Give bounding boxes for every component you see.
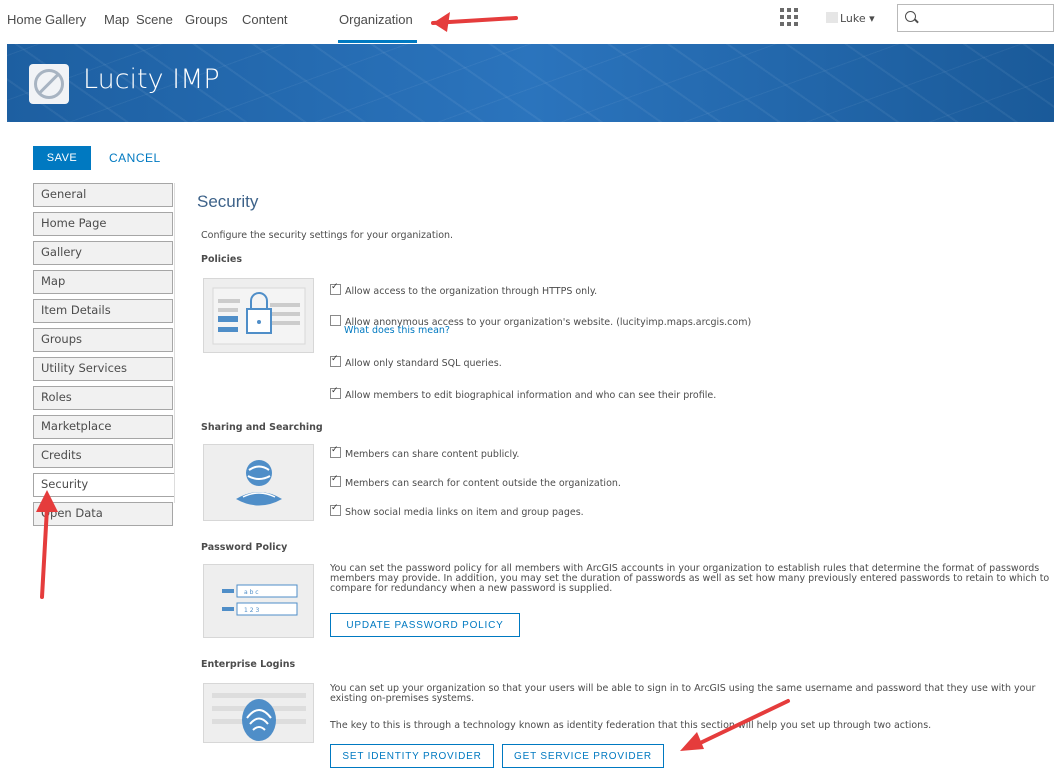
cancel-button[interactable]: CANCEL — [109, 146, 161, 170]
enterprise-logins-title: Enterprise Logins — [201, 659, 296, 670]
sidebar-divider — [174, 183, 175, 503]
nav-map-link[interactable]: Map — [104, 12, 129, 27]
chevron-down-icon: ▾ — [869, 12, 875, 25]
search-outside-label: Members can search for content outside t… — [345, 478, 621, 489]
svg-text:a b c: a b c — [244, 589, 259, 596]
update-password-policy-button[interactable]: UPDATE PASSWORD POLICY — [330, 613, 520, 637]
sharing-title: Sharing and Searching — [201, 422, 323, 433]
nav-scene-link[interactable]: Scene — [136, 12, 173, 27]
lock-illustration-icon — [203, 278, 314, 353]
password-illustration-icon: a b c 1 2 3 — [203, 564, 314, 638]
save-button[interactable]: SAVE — [33, 146, 91, 170]
search-icon — [905, 11, 916, 22]
biographical-checkbox[interactable] — [330, 386, 341, 399]
sidebar-item-gallery[interactable]: Gallery — [33, 241, 173, 265]
social-media-checkbox[interactable] — [330, 503, 341, 516]
https-only-setting[interactable]: Allow access to the organization through… — [330, 282, 598, 297]
search-outside-checkbox[interactable] — [330, 474, 341, 487]
sidebar-item-utility-services[interactable]: Utility Services — [33, 357, 173, 381]
page-title: Security — [197, 192, 259, 211]
standard-sql-checkbox[interactable] — [330, 354, 341, 367]
set-identity-provider-button[interactable]: SET IDENTITY PROVIDER — [330, 744, 494, 768]
https-only-label: Allow access to the organization through… — [345, 286, 598, 297]
anonymous-access-checkbox[interactable] — [330, 315, 341, 326]
fingerprint-illustration-icon — [203, 683, 314, 743]
sidebar-item-item-details[interactable]: Item Details — [33, 299, 173, 323]
app-launcher-icon[interactable] — [780, 8, 798, 26]
password-policy-title: Password Policy — [201, 542, 288, 553]
https-only-checkbox[interactable] — [330, 282, 341, 295]
share-publicly-checkbox[interactable] — [330, 445, 341, 458]
sidebar-item-roles[interactable]: Roles — [33, 386, 173, 410]
social-media-setting[interactable]: Show social media links on item and grou… — [330, 503, 584, 518]
active-nav-indicator — [338, 40, 417, 43]
organization-banner: Lucity IMP — [7, 44, 1054, 122]
nav-content-link[interactable]: Content — [242, 12, 288, 27]
standard-sql-setting[interactable]: Allow only standard SQL queries. — [330, 354, 502, 369]
biographical-setting[interactable]: Allow members to edit biographical infor… — [330, 386, 717, 401]
get-service-provider-button[interactable]: GET SERVICE PROVIDER — [502, 744, 664, 768]
sidebar-item-general[interactable]: General — [33, 183, 173, 207]
sidebar-item-credits[interactable]: Credits — [33, 444, 173, 468]
sharing-search-illustration-icon — [203, 444, 314, 521]
sidebar-item-map[interactable]: Map — [33, 270, 173, 294]
biographical-label: Allow members to edit biographical infor… — [345, 390, 717, 401]
nav-home-link[interactable]: Home — [7, 12, 42, 27]
nav-organization-link[interactable]: Organization — [339, 12, 413, 27]
user-menu[interactable]: Luke ▾ — [826, 12, 875, 25]
sidebar-item-groups[interactable]: Groups — [33, 328, 173, 352]
organization-title: Lucity IMP — [83, 64, 220, 95]
nav-groups-link[interactable]: Groups — [185, 12, 228, 27]
sidebar-item-marketplace[interactable]: Marketplace — [33, 415, 173, 439]
security-intro: Configure the security settings for your… — [201, 230, 454, 241]
what-does-this-mean-link[interactable]: What does this mean? — [344, 325, 450, 336]
avatar — [826, 12, 838, 23]
password-policy-description: You can set the password policy for all … — [330, 563, 1050, 594]
svg-text:1 2 3: 1 2 3 — [244, 607, 259, 614]
organization-logo-icon — [29, 64, 69, 104]
annotation-arrow-bottom — [680, 699, 790, 751]
user-name: Luke — [840, 12, 866, 25]
sidebar-item-home-page[interactable]: Home Page — [33, 212, 173, 236]
annotation-arrow-left — [36, 490, 58, 599]
social-media-label: Show social media links on item and grou… — [345, 507, 584, 518]
standard-sql-label: Allow only standard SQL queries. — [345, 358, 502, 369]
nav-gallery-link[interactable]: Gallery — [45, 12, 86, 27]
share-publicly-label: Members can share content publicly. — [345, 449, 520, 460]
share-publicly-setting[interactable]: Members can share content publicly. — [330, 445, 520, 460]
search-outside-setting[interactable]: Members can search for content outside t… — [330, 474, 621, 489]
search-input[interactable] — [897, 4, 1054, 32]
policies-title: Policies — [201, 254, 242, 265]
annotation-arrow-top — [431, 12, 518, 32]
